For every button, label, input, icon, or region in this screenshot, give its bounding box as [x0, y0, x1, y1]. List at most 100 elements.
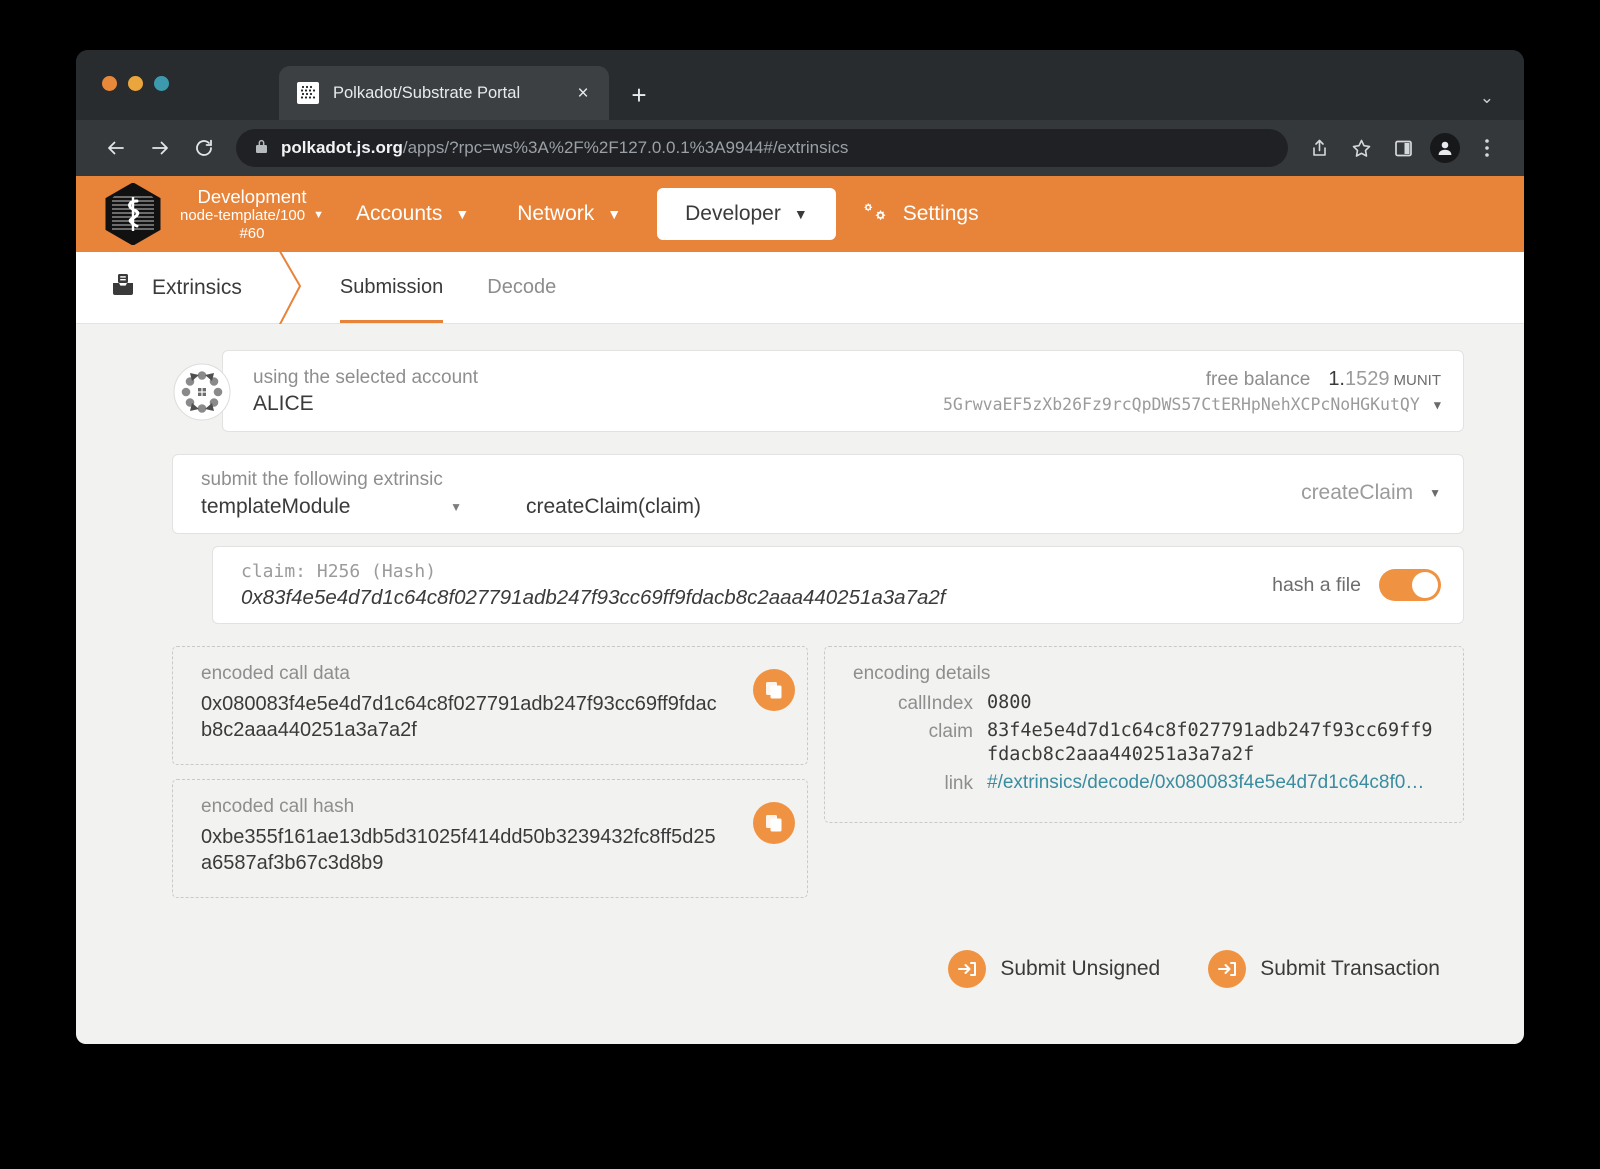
balance-unit: MUNIT — [1394, 372, 1442, 389]
free-balance-value: 1.1529MUNIT — [1328, 368, 1441, 391]
chevron-down-icon: ▼ — [1434, 399, 1441, 411]
chevron-down-icon[interactable]: ⌄ — [1480, 88, 1494, 108]
detail-row: callIndex 0800 — [853, 691, 1441, 715]
window-traffic-lights — [102, 76, 169, 91]
account-address: 5GrwvaEF5zXb26Fz9rcQpDWS57CtERHpNehXCPcN… — [943, 395, 1420, 414]
copy-icon[interactable] — [753, 669, 795, 711]
encoded-call-data-panel: encoded call data 0x080083f4e5e4d7d1c64c… — [172, 646, 808, 765]
share-icon[interactable] — [1300, 129, 1338, 167]
chevron-down-icon: ▼ — [794, 207, 808, 221]
submit-unsigned-button[interactable]: Submit Unsigned — [948, 950, 1160, 988]
sub-navigation: Extrinsics Submission Decode — [76, 252, 1524, 324]
account-name: ALICE — [253, 392, 478, 416]
free-balance-label: free balance — [1206, 369, 1311, 391]
account-identicon — [173, 363, 231, 421]
chain-selector[interactable]: Development node-template/100 ▼ #60 — [180, 186, 332, 241]
browser-tab[interactable]: Polkadot/Substrate Portal × — [279, 66, 609, 120]
method-name: createClaim — [1301, 481, 1413, 505]
claim-input[interactable]: 0x83f4e5e4d7d1c64c8f027791adb247f93cc69f… — [241, 586, 945, 610]
account-address-dropdown[interactable]: 5GrwvaEF5zXb26Fz9rcQpDWS57CtERHpNehXCPcN… — [943, 395, 1441, 414]
submit-unsigned-label: Submit Unsigned — [1000, 957, 1160, 981]
detail-value: 0800 — [987, 691, 1032, 715]
address-bar[interactable]: polkadot.js.org/apps/?rpc=ws%3A%2F%2F127… — [236, 129, 1288, 167]
chain-node: node-template/100 — [180, 207, 305, 224]
forward-arrow-icon[interactable] — [138, 128, 182, 168]
nav-item-label: Settings — [903, 202, 979, 226]
tab-submission[interactable]: Submission — [318, 252, 465, 323]
extrinsics-inbox-icon — [110, 272, 136, 304]
nav-item-settings[interactable]: Settings — [836, 202, 1003, 226]
method-dropdown[interactable]: createClaim ▼ — [1301, 481, 1441, 507]
chevron-down-icon: ▼ — [455, 207, 469, 221]
panel-title: encoded call data — [201, 663, 785, 685]
sign-in-arrow-icon — [1208, 950, 1246, 988]
encoded-call-hash-value: 0xbe355f161ae13db5d31025f414dd50b3239432… — [201, 824, 721, 877]
chain-name: Development — [180, 186, 324, 207]
breadcrumb-arrow-icon — [276, 252, 310, 323]
new-tab-button[interactable]: + — [624, 82, 654, 108]
tab-label: Submission — [340, 276, 443, 299]
nav-item-label: Developer — [685, 202, 781, 226]
free-balance: free balance 1.1529MUNIT — [1206, 368, 1441, 391]
app-viewport: Development node-template/100 ▼ #60 Acco… — [76, 176, 1524, 1044]
chain-block-number: #60 — [180, 225, 324, 242]
encoded-call-data-value: 0x080083f4e5e4d7d1c64c8f027791adb247f93c… — [201, 691, 721, 744]
copy-icon[interactable] — [753, 802, 795, 844]
encoding-details-panel: encoding details callIndex 0800 claim 83… — [824, 646, 1464, 823]
browser-window: Polkadot/Substrate Portal × + ⌄ polkadot… — [76, 50, 1524, 1044]
profile-avatar-icon[interactable] — [1426, 129, 1464, 167]
app-top-navigation: Development node-template/100 ▼ #60 Acco… — [76, 176, 1524, 252]
submit-transaction-label: Submit Transaction — [1260, 957, 1440, 981]
claim-field-label: claim: H256 (Hash) — [241, 561, 945, 582]
account-selector-card[interactable]: using the selected account ALICE free ba… — [222, 350, 1464, 432]
main-content: using the selected account ALICE free ba… — [76, 324, 1524, 988]
toggle-knob — [1412, 572, 1438, 598]
polkadot-hex-logo-icon[interactable] — [104, 183, 162, 245]
detail-key: claim — [853, 719, 973, 767]
close-icon[interactable]: × — [571, 84, 595, 103]
decode-link[interactable]: #/extrinsics/decode/0x080083f4e5e4d7d1c6… — [987, 771, 1424, 796]
encoded-call-hash-panel: encoded call hash 0xbe355f161ae13db5d310… — [172, 779, 808, 898]
polkadot-logo-icon — [297, 82, 319, 104]
nav-item-accounts[interactable]: Accounts ▼ — [332, 202, 493, 226]
chevron-down-icon: ▼ — [450, 501, 462, 513]
tab-decode[interactable]: Decode — [465, 252, 578, 323]
back-arrow-icon[interactable] — [94, 128, 138, 168]
maximize-window-button[interactable] — [154, 76, 169, 91]
browser-toolbar: polkadot.js.org/apps/?rpc=ws%3A%2F%2F127… — [76, 120, 1524, 176]
three-dot-menu-icon[interactable] — [1468, 129, 1506, 167]
nav-item-label: Accounts — [356, 202, 442, 226]
minimize-window-button[interactable] — [128, 76, 143, 91]
module-name: templateModule — [201, 495, 350, 519]
submit-actions: Submit Unsigned Submit Transaction — [172, 950, 1464, 988]
breadcrumb: Extrinsics — [76, 252, 276, 323]
url-domain: polkadot.js.org — [281, 138, 403, 157]
encoding-panels: encoded call data 0x080083f4e5e4d7d1c64c… — [172, 646, 1464, 898]
module-dropdown[interactable]: templateModule ▼ — [201, 495, 476, 519]
close-window-button[interactable] — [102, 76, 117, 91]
hash-a-file-toggle[interactable] — [1379, 569, 1441, 601]
nav-item-network[interactable]: Network ▼ — [493, 202, 645, 226]
sign-in-arrow-icon — [948, 950, 986, 988]
address-bar-url: polkadot.js.org/apps/?rpc=ws%3A%2F%2F127… — [281, 138, 848, 158]
account-label: using the selected account — [253, 367, 478, 389]
detail-key: link — [853, 771, 973, 796]
panel-title: encoding details — [853, 663, 1441, 685]
balance-fraction: 1529 — [1345, 368, 1390, 390]
detail-row: link #/extrinsics/decode/0x080083f4e5e4d… — [853, 771, 1441, 796]
star-icon[interactable] — [1342, 129, 1380, 167]
page-tabs: Submission Decode — [318, 252, 578, 323]
chevron-down-icon: ▼ — [313, 210, 324, 221]
hash-a-file-label: hash a file — [1272, 574, 1361, 597]
extrinsic-selector-card: submit the following extrinsic templateM… — [172, 454, 1464, 534]
panel-title: encoded call hash — [201, 796, 785, 818]
tab-label: Decode — [487, 276, 556, 299]
chevron-down-icon: ▼ — [1429, 487, 1441, 499]
nav-item-developer[interactable]: Developer ▼ — [657, 188, 836, 240]
side-panel-icon[interactable] — [1384, 129, 1422, 167]
reload-icon[interactable] — [182, 128, 226, 168]
detail-key: callIndex — [853, 691, 973, 715]
extrinsic-label: submit the following extrinsic — [201, 469, 701, 491]
browser-tab-strip: Polkadot/Substrate Portal × + ⌄ — [76, 50, 1524, 120]
submit-transaction-button[interactable]: Submit Transaction — [1208, 950, 1440, 988]
